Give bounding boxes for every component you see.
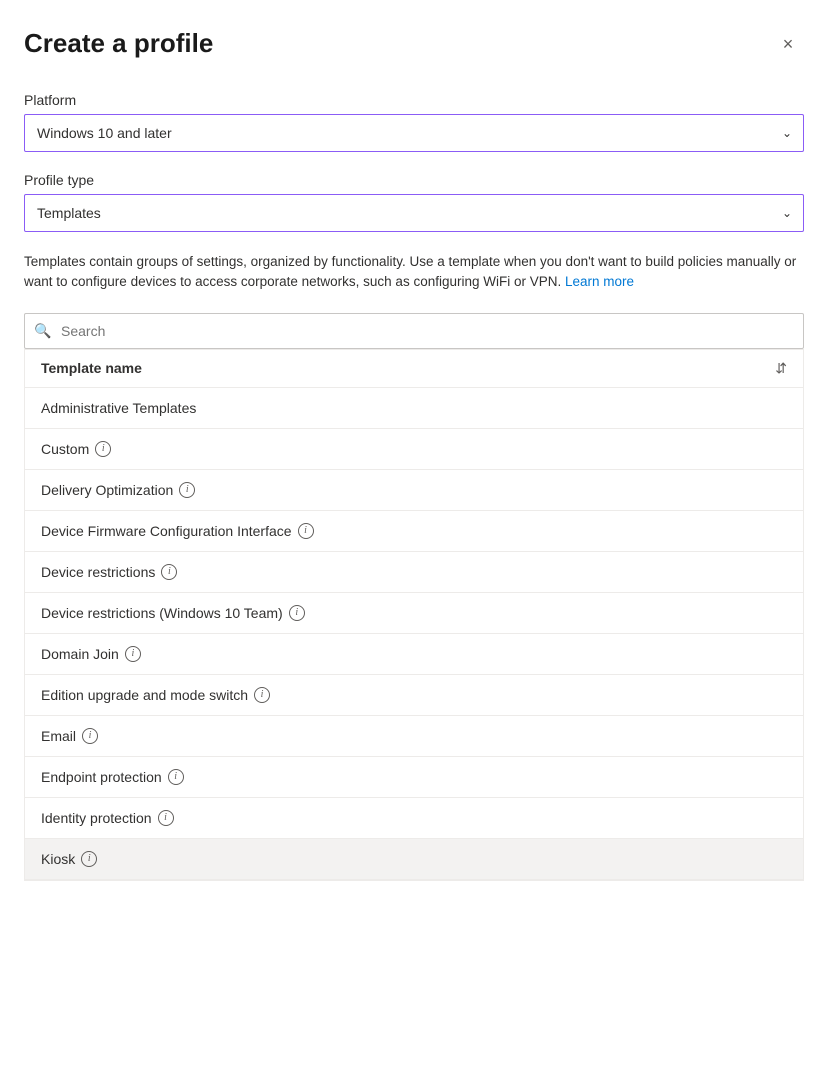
table-row[interactable]: Administrative Templates bbox=[25, 388, 803, 429]
profile-type-field-group: Profile type Templates Settings catalog … bbox=[24, 172, 804, 232]
table-row[interactable]: Edition upgrade and mode switch i bbox=[25, 675, 803, 716]
profile-type-label: Profile type bbox=[24, 172, 804, 188]
row-label: Endpoint protection bbox=[41, 769, 162, 785]
info-icon[interactable]: i bbox=[125, 646, 141, 662]
table-row[interactable]: Domain Join i bbox=[25, 634, 803, 675]
profile-type-select-wrapper: Templates Settings catalog ⌄ bbox=[24, 194, 804, 232]
dialog-title: Create a profile bbox=[24, 28, 213, 59]
table-row[interactable]: Delivery Optimization i bbox=[25, 470, 803, 511]
info-icon[interactable]: i bbox=[298, 523, 314, 539]
sort-icon[interactable]: ⇵ bbox=[775, 360, 787, 377]
platform-label: Platform bbox=[24, 92, 804, 108]
create-profile-dialog: Create a profile × Platform Windows 10 a… bbox=[0, 0, 828, 1066]
table-row[interactable]: Device restrictions i bbox=[25, 552, 803, 593]
info-icon[interactable]: i bbox=[289, 605, 305, 621]
profile-type-select[interactable]: Templates Settings catalog bbox=[24, 194, 804, 232]
search-input[interactable] bbox=[24, 313, 804, 349]
info-icon[interactable]: i bbox=[82, 728, 98, 744]
search-wrapper: 🔍 bbox=[24, 313, 804, 349]
row-label: Email bbox=[41, 728, 76, 744]
table-row[interactable]: Identity protection i bbox=[25, 798, 803, 839]
info-icon[interactable]: i bbox=[179, 482, 195, 498]
table-row[interactable]: Kiosk i bbox=[25, 839, 803, 880]
row-label: Device restrictions (Windows 10 Team) bbox=[41, 605, 283, 621]
table-row[interactable]: Endpoint protection i bbox=[25, 757, 803, 798]
row-label: Custom bbox=[41, 441, 89, 457]
info-icon[interactable]: i bbox=[95, 441, 111, 457]
dialog-header: Create a profile × bbox=[24, 28, 804, 60]
table-row[interactable]: Device Firmware Configuration Interface … bbox=[25, 511, 803, 552]
row-label: Identity protection bbox=[41, 810, 152, 826]
info-icon[interactable]: i bbox=[158, 810, 174, 826]
platform-select-wrapper: Windows 10 and later Windows 8.1 and lat… bbox=[24, 114, 804, 152]
table-row[interactable]: Device restrictions (Windows 10 Team) i bbox=[25, 593, 803, 634]
search-icon: 🔍 bbox=[34, 322, 51, 339]
table-row[interactable]: Email i bbox=[25, 716, 803, 757]
row-label: Edition upgrade and mode switch bbox=[41, 687, 248, 703]
row-label: Device restrictions bbox=[41, 564, 155, 580]
info-icon[interactable]: i bbox=[254, 687, 270, 703]
description-text: Templates contain groups of settings, or… bbox=[24, 252, 804, 293]
platform-select[interactable]: Windows 10 and later Windows 8.1 and lat… bbox=[24, 114, 804, 152]
info-icon[interactable]: i bbox=[168, 769, 184, 785]
table-header-row: Template name ⇵ bbox=[25, 349, 803, 388]
info-icon[interactable]: i bbox=[81, 851, 97, 867]
row-label: Kiosk bbox=[41, 851, 75, 867]
row-label: Administrative Templates bbox=[41, 400, 196, 416]
platform-field-group: Platform Windows 10 and later Windows 8.… bbox=[24, 92, 804, 152]
template-table: Template name ⇵ Administrative Templates… bbox=[24, 349, 804, 881]
learn-more-link[interactable]: Learn more bbox=[565, 274, 634, 289]
template-name-column-header: Template name bbox=[41, 360, 142, 376]
table-row[interactable]: Custom i bbox=[25, 429, 803, 470]
close-button[interactable]: × bbox=[772, 28, 804, 60]
row-label: Domain Join bbox=[41, 646, 119, 662]
row-label: Device Firmware Configuration Interface bbox=[41, 523, 292, 539]
row-label: Delivery Optimization bbox=[41, 482, 173, 498]
info-icon[interactable]: i bbox=[161, 564, 177, 580]
